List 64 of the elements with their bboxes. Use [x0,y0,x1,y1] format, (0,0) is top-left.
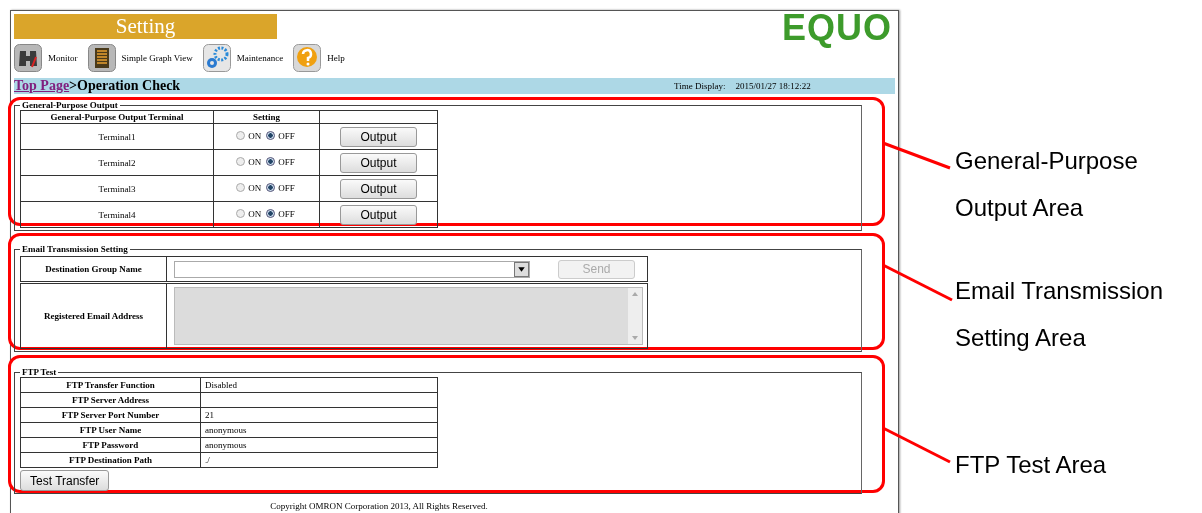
field-label: FTP Password [20,437,201,453]
address-list-field[interactable] [174,287,643,345]
radio-button[interactable] [266,183,276,193]
nav-link[interactable]: Maintenance [236,53,284,63]
breadcrumb-link[interactable]: Top Page [14,78,70,93]
dropdown-field[interactable] [174,260,530,278]
help-icon[interactable] [293,44,322,72]
field-value: anonymous [205,425,247,435]
field-label: FTP Destination Path [20,452,201,468]
table-cell: Terminal4 [20,201,214,228]
section-legend: Email Transmission Setting [20,244,130,254]
test-transfer-button[interactable]: Test Transfer [20,470,110,491]
radio-button[interactable] [236,131,246,141]
gears-icon[interactable] [202,44,231,72]
callout-label: Email Transmission Setting Area [955,276,1165,353]
option-label: ON [248,208,262,219]
callout-label: General-Purpose Output Area [955,146,1139,223]
radio-button[interactable] [236,157,246,167]
radio-button[interactable] [266,131,276,141]
output-button[interactable]: Output [340,126,417,147]
field-value: Disabled [205,380,237,390]
field-label: FTP Server Address [20,392,201,408]
field-label: FTP User Name [20,422,201,438]
option-label: OFF [278,208,295,219]
scroll-down-icon[interactable] [631,335,639,341]
nav-link[interactable]: Monitor [48,53,78,63]
scroll-up-icon[interactable] [631,291,639,297]
field-value: 21 [205,410,214,420]
list-icon[interactable] [87,44,116,72]
time-value: 2015/01/27 18:12:22 [735,81,811,91]
field-value: anonymous [205,440,247,450]
option-label: ON [248,156,262,167]
radio-button[interactable] [236,183,246,193]
output-button[interactable]: Output [340,204,417,225]
nav-link[interactable]: Simple Graph View [121,53,193,63]
option-label: ON [248,182,262,193]
field-label: Registered Email Address [20,282,167,349]
radio-button[interactable] [266,157,276,167]
field-value: ./ [205,455,210,465]
callout-label: FTP Test Area [955,450,1108,480]
column-header: General-Purpose Output Terminal [20,110,214,124]
caret-icon [514,261,529,277]
radio-button[interactable] [266,209,276,219]
copyright-text: Copyright OMRON Corporation 2013, All Rights Reserved. [269,501,489,511]
table-cell: Terminal2 [20,149,214,176]
radio-button[interactable] [236,209,246,219]
field-label: Destination Group Name [20,256,167,283]
option-label: OFF [278,156,295,167]
table-cell: Terminal3 [20,175,214,202]
column-header: Setting [213,110,320,124]
output-button[interactable]: Output [340,178,417,199]
option-label: ON [248,130,262,141]
option-label: OFF [278,130,295,141]
nav-link[interactable]: Help [327,53,345,63]
output-button[interactable]: Output [340,152,417,173]
breadcrumb-current: >Operation Check [69,78,181,93]
section-legend: FTP Test [20,367,59,377]
option-label: OFF [278,182,295,193]
field-label: FTP Server Port Number [20,407,201,423]
window-title: Setting [14,14,277,39]
field-label: FTP Transfer Function [20,377,201,393]
section-legend: General-Purpose Output [20,100,120,110]
time-label: Time Display: [674,81,726,91]
table-cell: Terminal1 [20,123,214,150]
